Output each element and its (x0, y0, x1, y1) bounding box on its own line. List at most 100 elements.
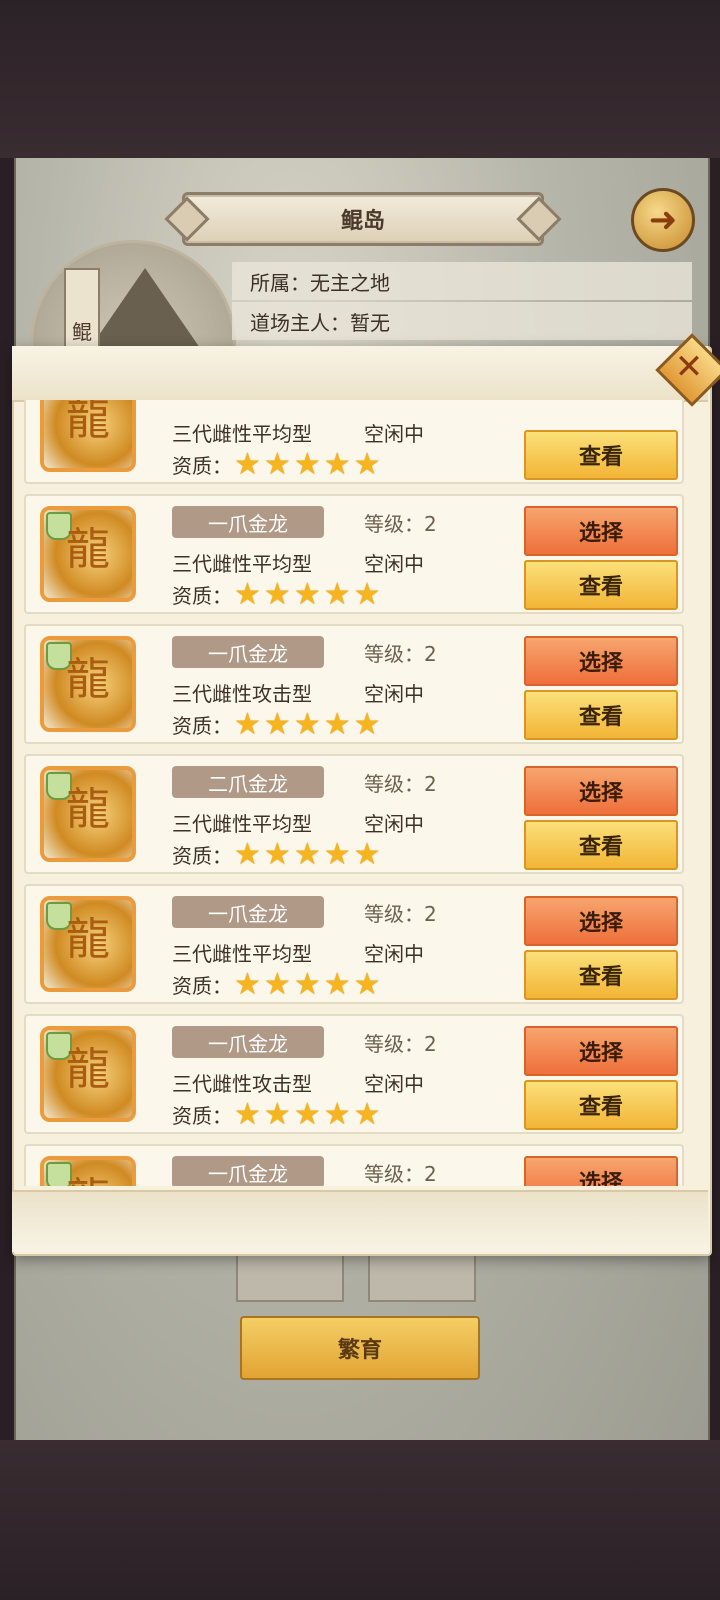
star-icon: ★ (353, 1096, 381, 1132)
dragon-row: 龍 一爪金龙 等级：2 三代雌性攻击型 空闲中 资质： ★ ★ ★ ★ ★ 选择 查看 (24, 624, 684, 744)
level-label: 等级： (364, 512, 424, 536)
star-icon: ★ (323, 836, 351, 872)
level-value: 2 (424, 902, 437, 926)
select-button[interactable]: 选择 (524, 896, 678, 946)
level-label: 等级： (364, 1162, 424, 1186)
master-value: 暂无 (350, 310, 390, 335)
star-icon: ★ (234, 706, 261, 742)
dragon-level: 等级：2 (364, 898, 437, 927)
dragon-status: 空闲中 (364, 682, 424, 706)
select-button[interactable]: 选择 (524, 636, 678, 686)
dragon-status: 空闲中 (364, 422, 424, 446)
mountain-icon (90, 268, 200, 348)
scroll-roll-top (12, 346, 708, 402)
dragon-desc: 三代雌性平均型 (172, 942, 312, 966)
owner-label: 所属： (250, 270, 310, 295)
breed-button[interactable]: 繁育 (240, 1316, 480, 1380)
dragon-icon: 龍 (66, 524, 110, 575)
view-button[interactable]: 查看 (524, 1080, 678, 1130)
quality-stars: ★ ★ ★ ★ ★ (234, 576, 384, 612)
star-icon: ★ (323, 576, 351, 612)
dragon-row: 龍 一爪金龙 等级：2 三代雌性平均型 空闲中 资质： ★ ★ ★ ★ ★ 选择 查看 (24, 884, 684, 1004)
level-value: 2 (424, 1032, 437, 1056)
dragon-quality: 资质： ★ ★ ★ ★ ★ (172, 1096, 384, 1132)
dragon-portrait: 龍 (40, 506, 136, 602)
star-icon: ★ (234, 446, 261, 482)
dragon-status: 空闲中 (364, 1072, 424, 1096)
dragon-name: 一爪金龙 (172, 636, 324, 668)
back-button[interactable]: ➜ (631, 188, 695, 252)
dragon-level: 等级：2 (364, 638, 437, 667)
level-label: 等级： (364, 772, 424, 796)
star-icon: ★ (234, 836, 261, 872)
dragon-desc: 三代雌性攻击型 (172, 682, 312, 706)
star-icon: ★ (353, 446, 381, 482)
dragon-quality: 资质： ★ ★ ★ ★ ★ (172, 446, 384, 482)
master-label: 道场主人： (250, 310, 350, 335)
star-icon: ★ (293, 446, 321, 482)
back-arrow-icon: ➜ (648, 200, 678, 240)
dragon-level: 等级：2 (364, 508, 437, 537)
scroll-roll-bottom (12, 1190, 708, 1252)
view-button[interactable]: 查看 (524, 820, 678, 870)
view-button[interactable]: 查看 (524, 560, 678, 610)
star-icon: ★ (263, 446, 291, 482)
quality-label: 资质： (172, 714, 232, 738)
quality-label: 资质： (172, 584, 232, 608)
quality-label: 资质： (172, 844, 232, 868)
dragon-icon: 龍 (66, 654, 110, 705)
star-icon: ★ (263, 706, 291, 742)
dragon-icon: 龍 (66, 914, 110, 965)
dragon-row: 龍 一爪金龙 等级：2 三代雌性攻击型 空闲中 资质： ★ ★ ★ ★ ★ 选择 查看 (24, 1014, 684, 1134)
star-icon: ★ (263, 836, 291, 872)
dragon-name: 一爪金龙 (172, 1156, 324, 1186)
star-icon: ★ (263, 576, 291, 612)
select-button[interactable]: 选择 (524, 506, 678, 556)
star-icon: ★ (293, 836, 321, 872)
dragon-desc: 三代雌性攻击型 (172, 1072, 312, 1096)
page-title: 鲲岛 (340, 209, 385, 234)
dragon-name: 一爪金龙 (172, 506, 324, 538)
dragon-status: 空闲中 (364, 812, 424, 836)
close-icon[interactable]: ✕ (666, 344, 712, 390)
view-button[interactable]: 查看 (524, 430, 678, 480)
island-vertical-tag: 鲲 (64, 268, 100, 358)
dragon-desc: 三代雌性平均型 (172, 422, 312, 446)
dragon-list[interactable]: 龍 三代雌性平均型 空闲中 资质： ★ ★ ★ ★ ★ 查看 龍 一爪金龙 等级：2 三… (16, 400, 692, 1186)
select-button[interactable]: 选择 (524, 1156, 678, 1186)
quality-label: 资质： (172, 1104, 232, 1128)
dragon-status: 空闲中 (364, 552, 424, 576)
dragon-portrait: 龍 (40, 766, 136, 862)
dragon-status: 空闲中 (364, 942, 424, 966)
master-row: 道场主人： 暂无 (232, 302, 692, 340)
view-button[interactable]: 查看 (524, 950, 678, 1000)
title-plate: 鲲岛 (164, 192, 562, 246)
star-icon: ★ (353, 966, 381, 1002)
quality-label: 资质： (172, 454, 232, 478)
dragon-row: 龍 一爪金龙 等级：2 选择 (24, 1144, 684, 1186)
star-icon: ★ (234, 1096, 261, 1132)
level-value: 2 (424, 512, 437, 536)
owner-value: 无主之地 (310, 270, 390, 295)
dragon-desc: 三代雌性平均型 (172, 552, 312, 576)
dragon-quality: 资质： ★ ★ ★ ★ ★ (172, 576, 384, 612)
dragon-icon: 龍 (66, 1044, 110, 1095)
dragon-name: 一爪金龙 (172, 1026, 324, 1058)
star-icon: ★ (323, 706, 351, 742)
select-button[interactable]: 选择 (524, 766, 678, 816)
view-button[interactable]: 查看 (524, 690, 678, 740)
level-label: 等级： (364, 1032, 424, 1056)
level-value: 2 (424, 1162, 437, 1186)
dragon-icon: 龍 (66, 784, 110, 835)
star-icon: ★ (353, 836, 381, 872)
bottom-letterbox (0, 1440, 720, 1600)
select-button[interactable]: 选择 (524, 1026, 678, 1076)
level-value: 2 (424, 642, 437, 666)
quality-stars: ★ ★ ★ ★ ★ (234, 446, 384, 482)
level-label: 等级： (364, 642, 424, 666)
star-icon: ★ (234, 966, 261, 1002)
quality-stars: ★ ★ ★ ★ ★ (234, 966, 384, 1002)
star-icon: ★ (323, 966, 351, 1002)
star-icon: ★ (293, 1096, 321, 1132)
dragon-row: 龍 一爪金龙 等级：2 三代雌性平均型 空闲中 资质： ★ ★ ★ ★ ★ 选择 查看 (24, 494, 684, 614)
